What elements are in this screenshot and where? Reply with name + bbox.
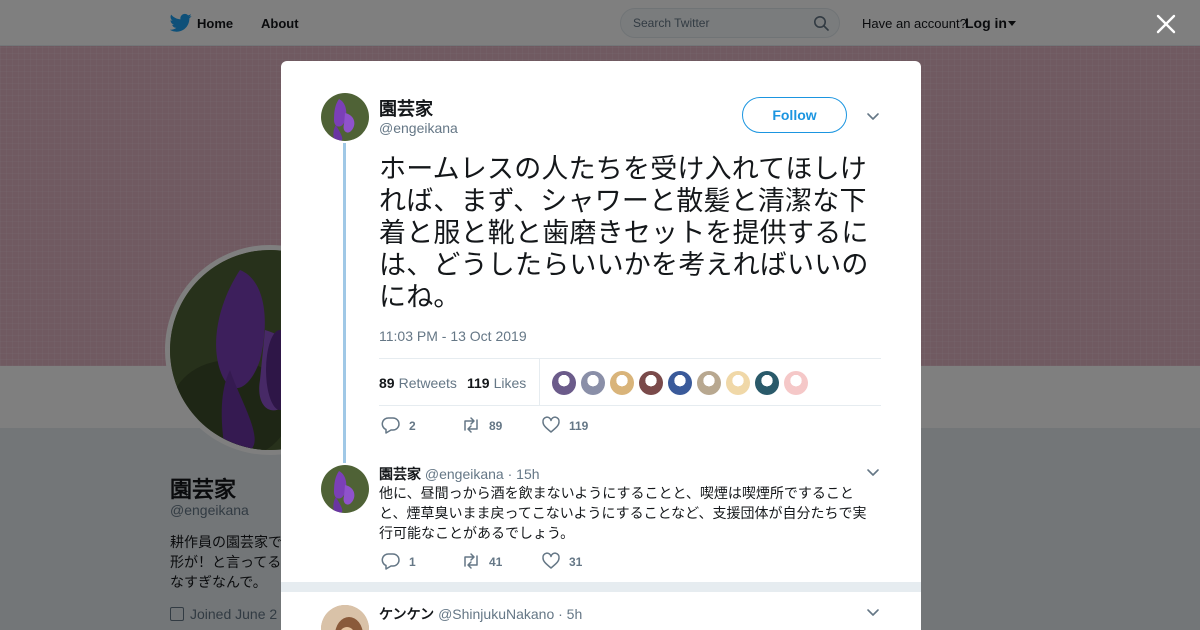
reply-icon xyxy=(381,553,400,570)
person-avatar-image xyxy=(321,605,369,630)
retweet-icon xyxy=(464,553,478,569)
reply-header: 園芸家 @engeikana · 15h xyxy=(379,464,540,484)
heart-icon xyxy=(542,416,560,433)
next-reply-author-name[interactable]: ケンケン xyxy=(379,606,434,622)
like-count: 31 xyxy=(569,555,583,569)
author-handle[interactable]: @engeikana xyxy=(379,120,458,136)
reply-count: 2 xyxy=(409,419,416,433)
chevron-down-icon[interactable] xyxy=(866,465,880,479)
like-count: 119 xyxy=(569,419,589,433)
heart-icon xyxy=(542,552,560,569)
likes-stat[interactable]: 119 Likes xyxy=(467,375,526,391)
reply-icon xyxy=(381,417,400,434)
next-reply-time[interactable]: · 5h xyxy=(558,606,582,622)
thread-line xyxy=(343,143,346,463)
reply-author-handle[interactable]: @engeikana xyxy=(425,466,504,482)
reply-text: 他に、昼間っから酒を飲まないようにすることと、喫煙は喫煙所ですることと、煙草臭い… xyxy=(379,485,867,541)
reply-time[interactable]: · 15h xyxy=(508,466,540,482)
liker-avatar[interactable] xyxy=(668,371,692,395)
author-avatar[interactable] xyxy=(321,93,369,141)
liker-avatar[interactable] xyxy=(610,371,634,395)
retweets-count: 89 xyxy=(379,375,395,391)
iris-avatar-image xyxy=(321,93,369,141)
iris-avatar-image xyxy=(321,465,369,513)
liker-avatar[interactable] xyxy=(552,371,576,395)
liker-avatar[interactable] xyxy=(581,371,605,395)
chevron-down-icon[interactable] xyxy=(866,605,880,619)
stats-divider xyxy=(539,359,540,405)
conversation-separator xyxy=(281,582,921,592)
next-reply-header: ケンケン @ShinjukuNakano · 5h xyxy=(379,604,582,624)
chevron-down-icon[interactable] xyxy=(866,109,880,123)
likes-count: 119 xyxy=(467,375,490,391)
retweet-count: 89 xyxy=(489,419,503,433)
tweet-text: ホームレスの人たちを受け入れてほしければ、まず、シャワーと散髪と清潔な下着と服と… xyxy=(379,154,869,312)
reply-author-avatar[interactable] xyxy=(321,465,369,513)
retweets-label: Retweets xyxy=(398,375,457,391)
liker-avatar[interactable] xyxy=(755,371,779,395)
next-reply-avatar[interactable] xyxy=(321,605,369,630)
retweet-count: 41 xyxy=(489,555,503,569)
close-icon[interactable] xyxy=(1154,12,1178,36)
retweets-stat[interactable]: 89 Retweets xyxy=(379,375,457,391)
reply-author-name[interactable]: 園芸家 xyxy=(379,466,421,482)
tweet-stats: 89 Retweets 119 Likes xyxy=(379,358,881,406)
tweet-modal: 園芸家 @engeikana Follow ホームレスの人たちを受け入れてほしけ… xyxy=(281,61,921,630)
liker-avatar[interactable] xyxy=(639,371,663,395)
liker-avatar[interactable] xyxy=(784,371,808,395)
next-reply-author-handle[interactable]: @ShinjukuNakano xyxy=(438,606,554,622)
likes-label: Likes xyxy=(493,375,527,391)
liker-avatar[interactable] xyxy=(726,371,750,395)
follow-button[interactable]: Follow xyxy=(742,97,847,133)
liker-avatar[interactable] xyxy=(697,371,721,395)
reply-count: 1 xyxy=(409,555,416,569)
retweet-icon xyxy=(464,417,478,433)
tweet-timestamp[interactable]: 11:03 PM - 13 Oct 2019 xyxy=(379,328,527,344)
author-name[interactable]: 園芸家 xyxy=(379,95,433,121)
